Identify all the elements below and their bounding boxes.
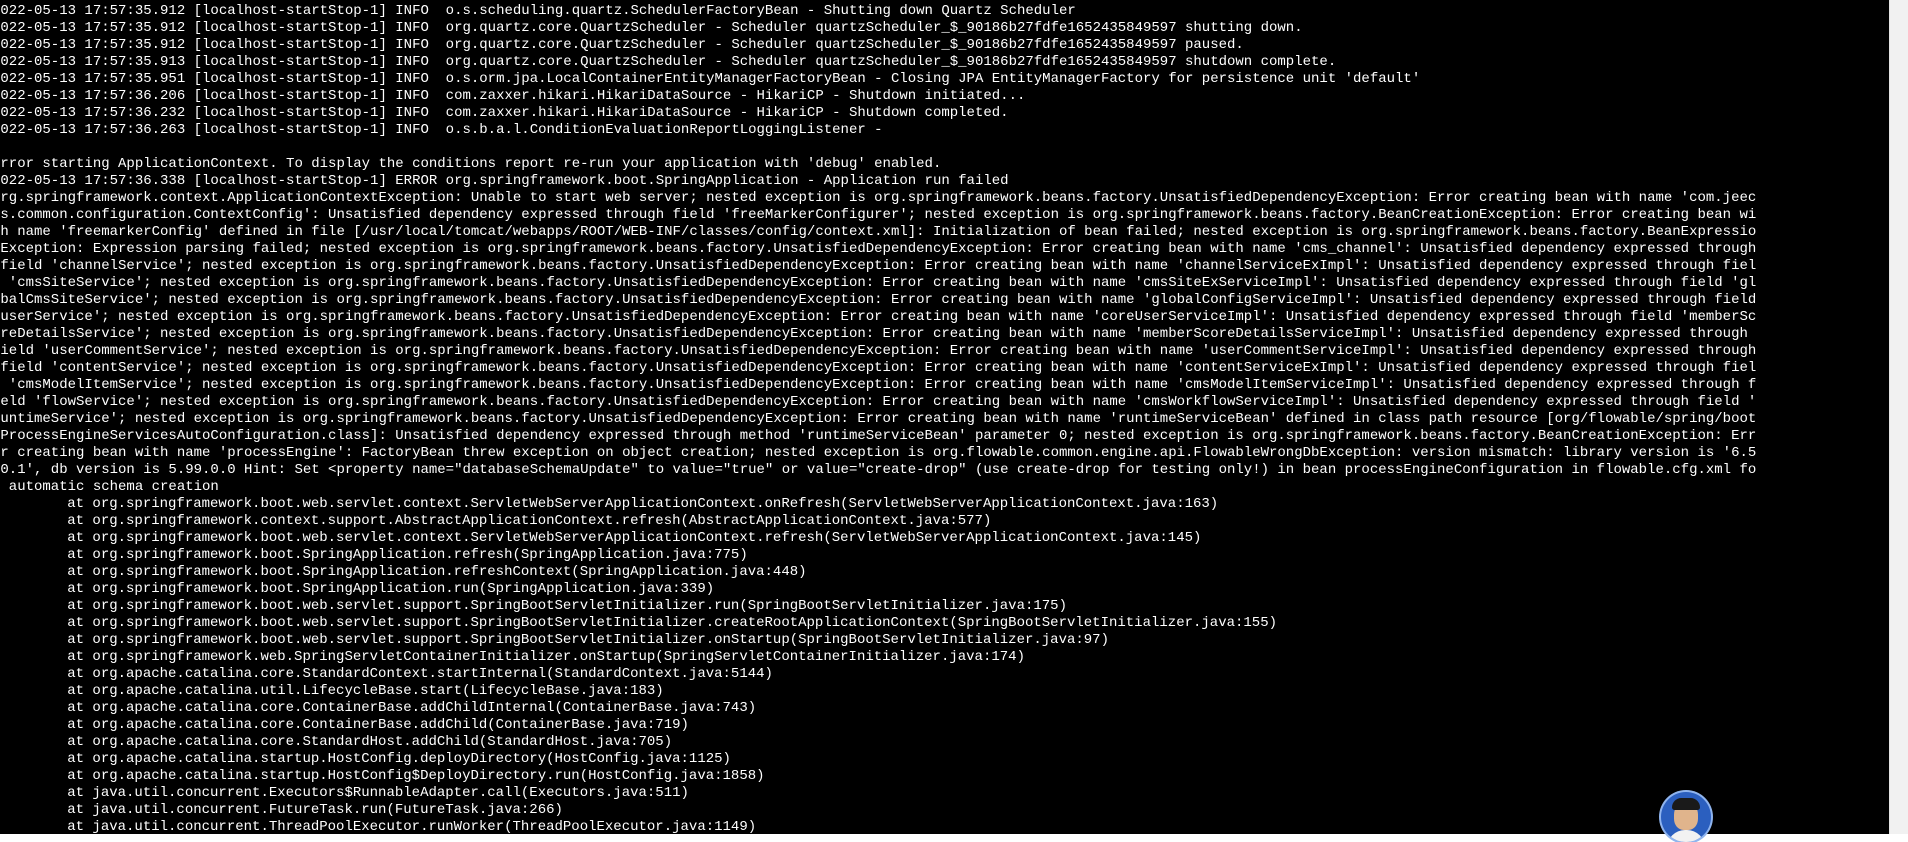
stack-trace-line: at org.springframework.boot.SpringApplic… (0, 547, 748, 563)
log-line: 2022-05-13 17:57:36.338 [localhost-start… (0, 173, 1009, 189)
stack-trace-line: at java.util.concurrent.ThreadPoolExecut… (0, 819, 757, 834)
terminal-window[interactable]: 2022-05-13 17:57:35.912 [localhost-start… (0, 0, 1889, 834)
log-line: oreDetailsService'; nested exception is … (0, 326, 1748, 342)
stack-trace-line: at org.apache.catalina.core.ContainerBas… (0, 700, 757, 716)
log-line: 'userService'; nested exception is org.s… (0, 309, 1757, 325)
log-line: field 'channelService'; nested exception… (0, 258, 1757, 274)
stack-trace-line: at org.springframework.boot.web.servlet.… (0, 632, 1109, 648)
log-line: org.springframework.context.ApplicationC… (0, 190, 1757, 206)
stack-trace-line: at org.apache.catalina.startup.HostConfi… (0, 768, 765, 784)
stack-trace-line: at org.springframework.boot.SpringApplic… (0, 581, 715, 597)
log-line: 2022-05-13 17:57:35.951 [localhost-start… (0, 71, 1421, 87)
stack-trace-line: at org.apache.catalina.core.StandardCont… (0, 666, 773, 682)
log-line: .0.1', db version is 5.99.0.0 Hint: Set … (0, 462, 1757, 478)
log-line: d 'cmsModelItemService'; nested exceptio… (0, 377, 1757, 393)
log-line: 2022-05-13 17:57:35.913 [localhost-start… (0, 54, 1337, 70)
stack-trace-line: at org.springframework.boot.web.servlet.… (0, 598, 1067, 614)
stack-trace-line: at org.springframework.boot.web.servlet.… (0, 615, 1278, 631)
log-line: 2022-05-13 17:57:35.912 [localhost-start… (0, 20, 1303, 36)
stack-trace-line: at org.apache.catalina.core.StandardHost… (0, 734, 673, 750)
stack-trace-line: at org.apache.catalina.core.ContainerBas… (0, 717, 689, 733)
log-line: 2022-05-13 17:57:35.912 [localhost-start… (0, 3, 1076, 19)
stack-trace-line: at org.springframework.context.support.A… (0, 513, 992, 529)
vertical-scrollbar[interactable] (1889, 0, 1908, 834)
log-line: obalCmsSiteService'; nested exception is… (0, 292, 1757, 308)
log-line: or creating bean with name 'processEngin… (0, 445, 1757, 461)
stack-trace-line: at java.util.concurrent.FutureTask.run(F… (0, 802, 563, 818)
log-line: 2022-05-13 17:57:36.206 [localhost-start… (0, 88, 1026, 104)
stack-trace-line: at org.apache.catalina.startup.HostConfi… (0, 751, 731, 767)
stack-trace-line: at org.springframework.web.SpringServlet… (0, 649, 1025, 665)
log-line: d 'cmsSiteService'; nested exception is … (0, 275, 1757, 291)
log-line: field 'userCommentService'; nested excep… (0, 343, 1757, 359)
log-line: runtimeService'; nested exception is org… (0, 411, 1757, 427)
log-line: th name 'freemarkerConfig' defined in fi… (0, 224, 1757, 240)
stack-trace-line: at org.apache.catalina.util.LifecycleBas… (0, 683, 664, 699)
log-line: nException: Expression parsing failed; n… (0, 241, 1757, 257)
log-line: 2022-05-13 17:57:36.263 [localhost-start… (0, 122, 883, 138)
log-line: 2022-05-13 17:57:35.912 [localhost-start… (0, 37, 1244, 53)
log-line: ms.common.configuration.ContextConfig': … (0, 207, 1757, 223)
stack-trace-line: at java.util.concurrent.Executors$Runnab… (0, 785, 689, 801)
log-output: 2022-05-13 17:57:35.912 [localhost-start… (0, 3, 1889, 834)
log-line: /ProcessEngineServicesAutoConfiguration.… (0, 428, 1757, 444)
stack-trace-line: at org.springframework.boot.web.servlet.… (0, 530, 1202, 546)
avatar-hair (1672, 798, 1700, 810)
stack-trace-line: at org.springframework.boot.web.servlet.… (0, 496, 1219, 512)
log-line: Error starting ApplicationContext. To di… (0, 156, 942, 172)
log-line: r automatic schema creation (0, 479, 219, 495)
avatar[interactable] (1661, 792, 1711, 842)
avatar-shirt (1667, 830, 1705, 842)
log-line: field 'contentService'; nested exception… (0, 360, 1757, 376)
stack-trace-line: at org.springframework.boot.SpringApplic… (0, 564, 807, 580)
log-line: 2022-05-13 17:57:36.232 [localhost-start… (0, 105, 1009, 121)
log-line: ield 'flowService'; nested exception is … (0, 394, 1757, 410)
